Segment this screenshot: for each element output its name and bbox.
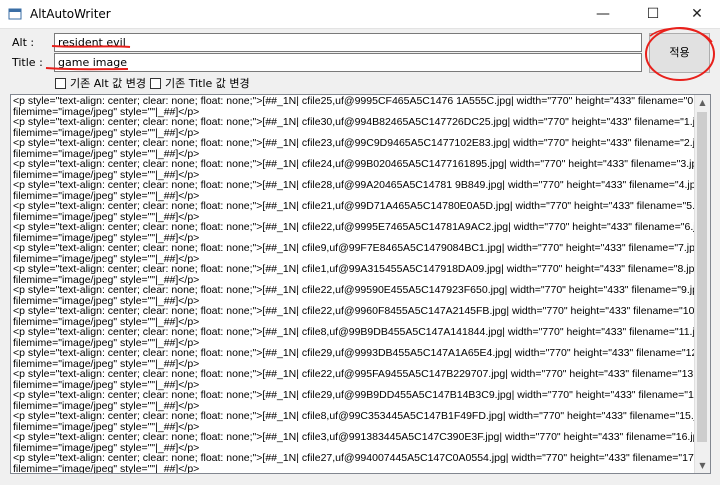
output-line: <p style="text-align: center; clear: non…: [13, 347, 694, 359]
apply-button[interactable]: 적용: [649, 33, 710, 73]
output-line: <p style="text-align: center; clear: non…: [13, 431, 694, 443]
output-line: <p style="text-align: center; clear: non…: [13, 242, 694, 254]
change-title-checkbox-row[interactable]: 기존 Title 값 변경: [150, 75, 250, 91]
output-line: <p style="text-align: center; clear: non…: [13, 326, 694, 338]
maximize-button[interactable]: ☐: [630, 0, 676, 28]
output-line: <p style="text-align: center; clear: non…: [13, 137, 694, 149]
alt-label: Alt :: [12, 36, 35, 49]
output-line: <p style="text-align: center; clear: non…: [13, 305, 694, 317]
title-bar: AltAutoWriter — ☐ ✕: [0, 0, 720, 29]
change-title-checkbox-label: 기존 Title 값 변경: [165, 77, 250, 90]
output-line: <p style="text-align: center; clear: non…: [13, 452, 694, 464]
title-label: Title :: [12, 56, 43, 69]
output-text: <p style="text-align: center; clear: non…: [13, 96, 694, 473]
alt-input[interactable]: [54, 33, 642, 52]
change-alt-checkbox[interactable]: [55, 77, 66, 89]
change-alt-checkbox-row[interactable]: 기존 Alt 값 변경: [55, 75, 146, 91]
output-line: <p style="text-align: center; clear: non…: [13, 263, 694, 275]
output-line: <p style="text-align: center; clear: non…: [13, 221, 694, 233]
output-line: <p style="text-align: center; clear: non…: [13, 389, 694, 401]
scroll-down-arrow-icon[interactable]: ▼: [695, 458, 710, 473]
window-app-icon: [8, 8, 22, 20]
scroll-up-arrow-icon[interactable]: ▲: [695, 95, 710, 110]
output-line: <p style="text-align: center; clear: non…: [13, 96, 694, 107]
change-alt-checkbox-label: 기존 Alt 값 변경: [70, 77, 146, 90]
scroll-thumb[interactable]: [697, 112, 707, 442]
vertical-scrollbar[interactable]: ▲ ▼: [694, 95, 710, 473]
output-line: <p style="text-align: center; clear: non…: [13, 200, 694, 212]
output-line: <p style="text-align: center; clear: non…: [13, 179, 694, 191]
window-title: AltAutoWriter: [30, 7, 111, 21]
output-line: <p style="text-align: center; clear: non…: [13, 158, 694, 170]
output-line: <p style="text-align: center; clear: non…: [13, 284, 694, 296]
output-line: <p style="text-align: center; clear: non…: [13, 368, 694, 380]
output-line: <p style="text-align: center; clear: non…: [13, 116, 694, 128]
close-button[interactable]: ✕: [674, 0, 720, 28]
minimize-button[interactable]: —: [580, 0, 626, 28]
title-input[interactable]: [54, 53, 642, 72]
output-line: <p style="text-align: center; clear: non…: [13, 410, 694, 422]
change-title-checkbox[interactable]: [150, 77, 161, 89]
output-textarea[interactable]: <p style="text-align: center; clear: non…: [10, 94, 711, 474]
